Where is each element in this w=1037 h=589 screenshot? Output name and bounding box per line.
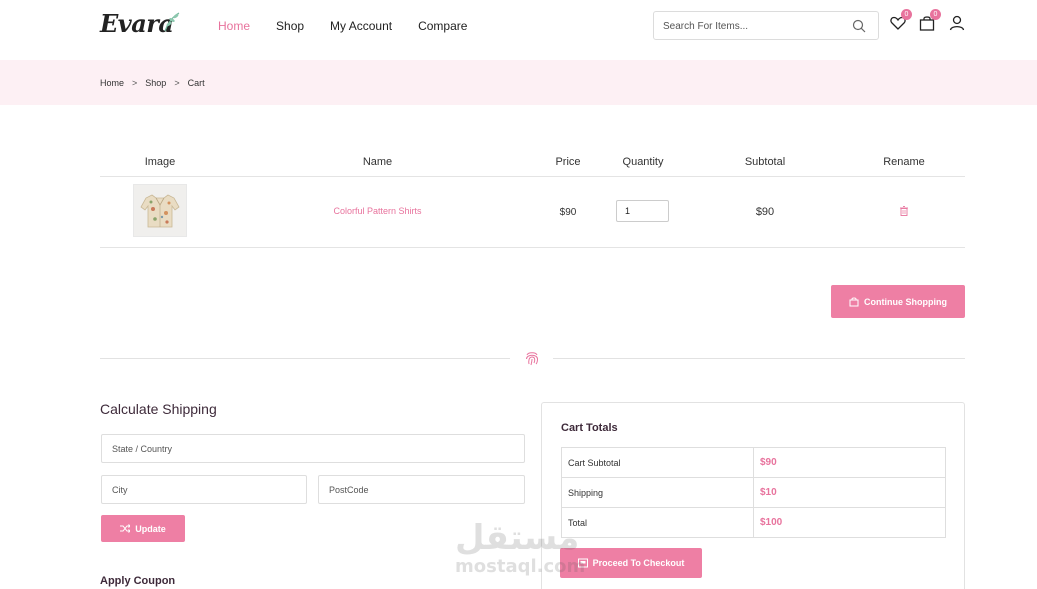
breadcrumb-separator: > <box>174 78 180 88</box>
calculate-shipping-heading: Calculate Shipping <box>100 401 217 417</box>
totals-value: $100 <box>753 507 946 538</box>
column-header-subtotal: Subtotal <box>744 156 786 168</box>
table-divider <box>100 176 965 177</box>
totals-value: $90 <box>753 447 946 478</box>
column-header-quantity: Quantity <box>622 156 664 168</box>
table-row: Shipping $10 <box>561 477 946 508</box>
logo[interactable]: Evara <box>100 9 184 41</box>
table-row: Cart Subtotal $90 <box>561 447 946 478</box>
user-icon <box>949 15 965 31</box>
site-header: Evara Home Shop My Account Compare 0 0 <box>0 0 1037 60</box>
search-input[interactable] <box>663 18 843 34</box>
fingerprint-icon <box>526 352 539 366</box>
continue-shopping-label: Continue Shopping <box>864 296 947 307</box>
cart-totals-heading: Cart Totals <box>561 422 618 434</box>
shuffle-icon <box>120 524 131 533</box>
totals-label: Cart Subtotal <box>561 447 754 478</box>
product-name-link[interactable]: Colorful Pattern Shirts <box>300 206 455 216</box>
cart-count-badge: 0 <box>930 9 941 20</box>
wishlist-count-badge: 0 <box>901 9 912 20</box>
search-icon[interactable] <box>852 19 866 33</box>
update-label: Update <box>135 523 166 534</box>
breadcrumb-separator: > <box>132 78 138 88</box>
continue-shopping-button[interactable]: Continue Shopping <box>831 285 965 318</box>
breadcrumb-bar: Home > Shop > Cart <box>0 60 1037 105</box>
account-button[interactable] <box>948 14 966 32</box>
cart-totals-table: Cart Subtotal $90 Shipping $10 Total $10… <box>561 447 946 538</box>
section-divider <box>553 358 965 359</box>
shopping-bag-icon <box>849 297 859 306</box>
update-button[interactable]: Update <box>101 515 185 542</box>
leaf-icon <box>164 12 180 32</box>
breadcrumb-cart: Cart <box>187 78 205 88</box>
nav-shop[interactable]: Shop <box>276 19 304 33</box>
proceed-to-checkout-label: Proceed To Checkout <box>592 558 685 568</box>
shirt-image <box>140 194 180 228</box>
breadcrumb-shop[interactable]: Shop <box>145 78 166 89</box>
column-header-image: Image <box>144 156 176 168</box>
totals-label: Total <box>561 507 754 538</box>
cart-button[interactable]: 0 <box>918 9 941 32</box>
totals-value: $10 <box>753 477 946 508</box>
wishlist-button[interactable]: 0 <box>889 9 912 32</box>
search-box <box>653 11 879 40</box>
nav-home[interactable]: Home <box>218 19 250 33</box>
totals-label: Shipping <box>561 477 754 508</box>
product-subtotal: $90 <box>755 206 775 218</box>
nav-compare[interactable]: Compare <box>418 19 467 33</box>
column-header-price: Price <box>555 156 581 168</box>
section-divider <box>100 358 510 359</box>
main-nav: Home Shop My Account Compare <box>218 19 493 33</box>
breadcrumb-home[interactable]: Home <box>100 78 124 89</box>
state-country-field[interactable] <box>101 434 525 463</box>
nav-my-account[interactable]: My Account <box>330 19 392 33</box>
apply-coupon-heading: Apply Coupon <box>100 575 176 587</box>
product-thumbnail[interactable] <box>133 184 187 237</box>
checkout-icon <box>577 558 588 568</box>
table-divider <box>100 247 965 248</box>
product-price: $90 <box>559 207 577 218</box>
column-header-name: Name <box>362 156 393 168</box>
trash-icon[interactable] <box>900 206 908 216</box>
proceed-to-checkout-button[interactable]: Proceed To Checkout <box>560 548 702 578</box>
table-row: Total $100 <box>561 507 946 538</box>
breadcrumb: Home > Shop > Cart <box>100 78 205 89</box>
city-field[interactable] <box>101 475 307 504</box>
column-header-rename: Rename <box>883 156 925 168</box>
quantity-input[interactable] <box>616 200 669 222</box>
postcode-field[interactable] <box>318 475 525 504</box>
